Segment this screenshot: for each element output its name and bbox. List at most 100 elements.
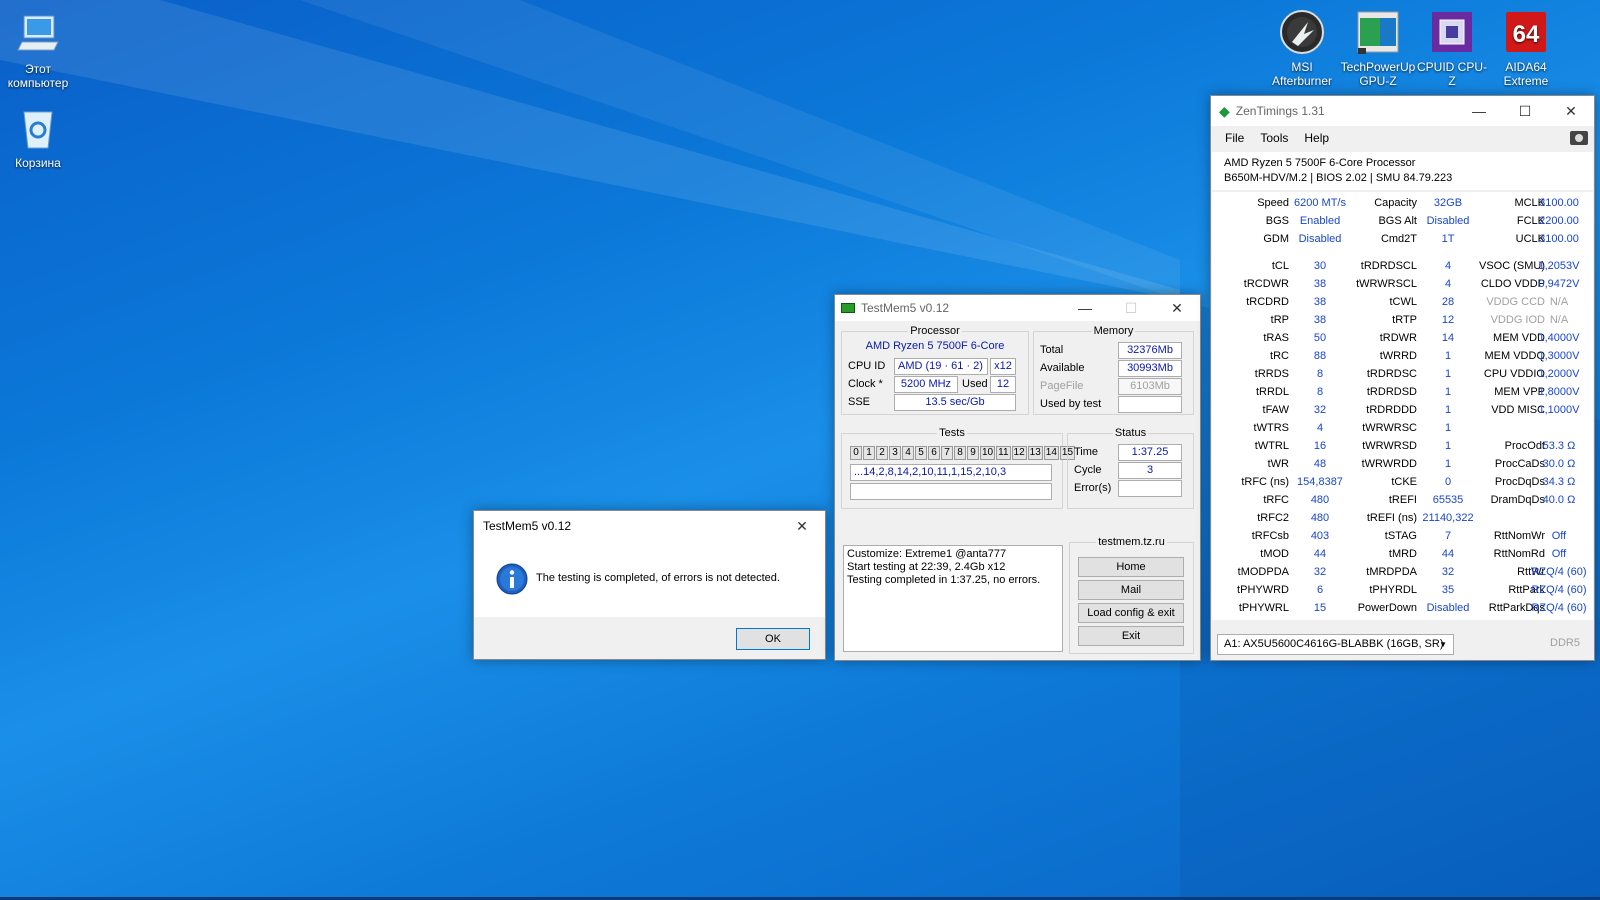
timing-value: 38 [1313, 314, 1327, 326]
close-button[interactable]: ✕ [779, 511, 825, 541]
svg-text:64: 64 [1513, 21, 1540, 48]
test-extra [850, 483, 1052, 500]
test-number: 6 [928, 446, 940, 460]
desktop-icon-gpuz[interactable]: TechPowerUp GPU-Z [1340, 8, 1416, 88]
used-label: Used [962, 378, 988, 390]
used-by-test-label: Used by test [1040, 398, 1102, 410]
timing-label: tMOD [1260, 548, 1289, 560]
timing-label: tSTAG [1384, 530, 1417, 542]
test-number: 13 [1027, 446, 1043, 460]
timing-value: 1,2000V [1538, 368, 1580, 380]
timing-label: tRAS [1263, 332, 1289, 344]
cycle-label: Cycle [1074, 464, 1102, 476]
timing-value: 1,4000V [1538, 332, 1580, 344]
timing-value: 48 [1313, 458, 1327, 470]
load-config-button[interactable]: Load config & exit [1078, 603, 1184, 623]
timings-grid: Speed 6200 MT/s Capacity 32GB MCLK 3100.00 BGS… [1211, 96, 1594, 662]
errors-label: Error(s) [1074, 482, 1112, 494]
close-icon: ✕ [1171, 299, 1183, 316]
test-number: 11 [996, 446, 1011, 460]
sse-label: SSE [848, 396, 871, 408]
timing-value: Off [1551, 530, 1567, 542]
test-number: 3 [889, 446, 901, 460]
timing-label: tMRD [1388, 548, 1417, 560]
test-number: 4 [902, 446, 914, 460]
timing-label: Speed [1257, 197, 1289, 209]
timing-label: tCL [1271, 260, 1289, 272]
timing-value: 6200 MT/s [1294, 197, 1346, 209]
dialog-message: The testing is completed, of errors is n… [536, 572, 780, 584]
timing-value: 32 [1313, 566, 1327, 578]
timing-label: tRFC2 [1257, 512, 1289, 524]
chevron-down-icon: ▼ [1439, 640, 1447, 649]
timing-label: tCKE [1391, 476, 1417, 488]
timing-value: 6 [1316, 584, 1324, 596]
timing-label: tCWL [1389, 296, 1418, 308]
log-box[interactable]: Customize: Extreme1 @anta777 Start testi… [843, 545, 1063, 652]
timing-value: Disabled [1298, 233, 1342, 245]
timing-value: 32 [1313, 404, 1327, 416]
test-number: 12 [1011, 446, 1027, 460]
test-number: 1 [863, 446, 875, 460]
links-group: testmem.tz.ru Home Mail Load config & ex… [1069, 536, 1194, 654]
desktop-icon-msi-afterburner[interactable]: MSI Afterburner [1264, 8, 1340, 88]
cycle-value: 3 [1118, 462, 1182, 479]
timing-label: tRDWR [1379, 332, 1417, 344]
module-select[interactable]: A1: AX5U5600C4616G-BLABBK (16GB, SR) ▼ [1217, 634, 1454, 655]
timing-value: 15 [1313, 602, 1327, 614]
processor-group: Processor AMD Ryzen 5 7500F 6-Core CPU I… [841, 325, 1029, 415]
close-button[interactable]: ✕ [1154, 295, 1200, 321]
timing-label: tPHYWRD [1237, 584, 1289, 596]
timing-value: Off [1551, 548, 1567, 560]
desktop-icon-recycle-bin[interactable]: Корзина [0, 104, 76, 170]
cpu-threads-value: x12 [990, 358, 1016, 375]
timing-label: tFAW [1262, 404, 1289, 416]
time-value: 1:37.25 [1118, 444, 1182, 461]
timing-label: tREFI [1388, 494, 1417, 506]
test-number: 10 [980, 446, 996, 460]
sse-value: 13.5 sec/Gb [894, 394, 1016, 411]
log-line: Customize: Extreme1 @anta777 [847, 548, 1007, 560]
clock-label: Clock * [848, 378, 883, 390]
exit-button[interactable]: Exit [1078, 626, 1184, 646]
desktop-icon-cpuz[interactable]: CPUID CPU-Z [1414, 8, 1490, 88]
log-line: Start testing at 22:39, 2.4Gb x12 [847, 561, 1006, 573]
timing-value: 8 [1316, 386, 1324, 398]
memory-group: Memory Total 32376Mb Available 30993Mb P… [1033, 325, 1194, 415]
processor-heading: Processor [908, 325, 962, 337]
maximize-button[interactable]: ☐ [1108, 295, 1154, 321]
desktop-icon-label: Корзина [15, 156, 61, 170]
close-icon: ✕ [796, 517, 808, 534]
clock-value: 5200 MHz [894, 376, 958, 393]
timing-value: 88 [1313, 350, 1327, 362]
timing-label: tRCDRD [1246, 296, 1289, 308]
timing-value: 1,8000V [1538, 386, 1580, 398]
timing-value: 154,8387 [1297, 476, 1343, 488]
minimize-button[interactable]: — [1062, 295, 1108, 321]
module-select-value: A1: AX5U5600C4616G-BLABBK (16GB, SR) [1224, 638, 1444, 650]
mail-button[interactable]: Mail [1078, 580, 1184, 600]
timing-label: PowerDown [1357, 602, 1417, 614]
desktop-icon-aida64[interactable]: 64 AIDA64 Extreme [1488, 8, 1564, 88]
timing-label: tWRWRSC [1362, 422, 1417, 434]
timing-label: Cmd2T [1380, 233, 1417, 245]
desktop-icon-this-pc[interactable]: Этот компьютер [0, 10, 76, 90]
info-icon [496, 563, 528, 595]
timing-label: tWRWRDD [1361, 458, 1417, 470]
timing-value: 53.3 Ω [1542, 440, 1576, 452]
ok-button[interactable]: OK [736, 628, 810, 650]
time-label: Time [1074, 446, 1099, 458]
timing-value: Enabled [1299, 215, 1341, 227]
tests-group: Tests 0 1 2 3 4 5 6 7 8 9 10 11 12 13 14… [841, 427, 1076, 509]
links-heading: testmem.tz.ru [1096, 536, 1167, 548]
dialog-titlebar[interactable]: TestMem5 v0.12 ✕ [474, 511, 825, 541]
timing-label: tRDRDSD [1366, 386, 1417, 398]
timing-label: tRTP [1392, 314, 1417, 326]
timing-value: RZQ/4 (60) [1531, 602, 1587, 614]
timing-label: tPHYWRL [1238, 602, 1289, 614]
available-value: 30993Mb [1118, 360, 1182, 377]
testmem-titlebar[interactable]: TestMem5 v0.12 — ☐ ✕ [835, 295, 1200, 321]
home-button[interactable]: Home [1078, 557, 1184, 577]
cpuz-icon [1428, 8, 1476, 56]
timing-label: tRCDWR [1243, 278, 1289, 290]
